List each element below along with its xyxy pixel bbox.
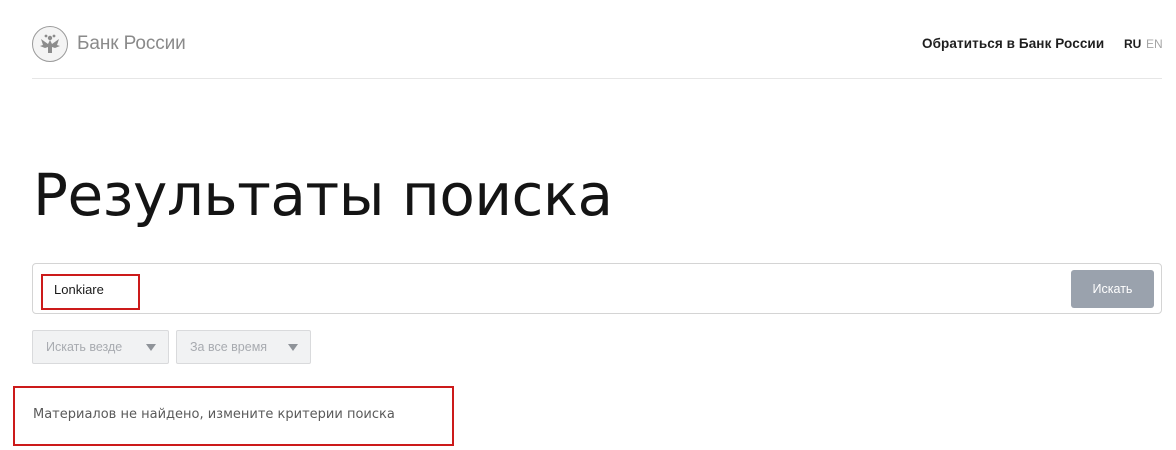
logo-link[interactable]: Банк России	[32, 26, 186, 62]
contact-bank-link[interactable]: Обратиться в Банк России	[922, 36, 1104, 51]
search-button[interactable]: Искать	[1071, 270, 1154, 308]
chevron-down-icon	[146, 344, 156, 351]
logo-text: Банк России	[77, 33, 186, 54]
filter-period-select[interactable]: За все время	[176, 330, 311, 364]
search-input[interactable]	[42, 272, 642, 306]
lang-en-link[interactable]: EN	[1146, 37, 1163, 51]
search-bar: Искать	[32, 263, 1162, 314]
no-results-message: Материалов не найдено, измените критерии…	[33, 407, 395, 422]
filter-scope-select[interactable]: Искать везде	[32, 330, 169, 364]
site-header: Банк России Обратиться в Банк России RU …	[32, 0, 1163, 79]
filter-scope-label: Искать везде	[46, 340, 123, 354]
chevron-down-icon	[288, 344, 298, 351]
lang-ru-link[interactable]: RU	[1124, 37, 1141, 51]
page: Банк России Обратиться в Банк России RU …	[0, 0, 1176, 450]
page-title: Результаты поиска	[33, 161, 613, 229]
double-headed-eagle-icon	[32, 26, 68, 62]
filter-period-label: За все время	[190, 340, 268, 354]
